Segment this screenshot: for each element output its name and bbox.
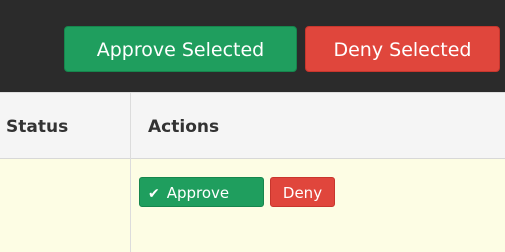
check-icon: ✔	[148, 186, 160, 202]
column-header-actions: Actions	[148, 117, 220, 137]
column-header-status: Status	[6, 117, 69, 137]
approve-button[interactable]: ✔ Approve	[139, 177, 264, 207]
deny-button[interactable]: Deny	[270, 177, 335, 207]
approve-button-label: Approve	[166, 184, 230, 202]
approve-selected-button[interactable]: Approve Selected	[64, 26, 297, 72]
bulk-action-toolbar: Approve Selected Deny Selected	[0, 0, 505, 92]
column-divider	[130, 92, 131, 252]
table-row: ✔ Approve Deny	[0, 159, 505, 252]
table-header: Status Actions	[0, 92, 505, 159]
deny-selected-button[interactable]: Deny Selected	[305, 26, 500, 72]
